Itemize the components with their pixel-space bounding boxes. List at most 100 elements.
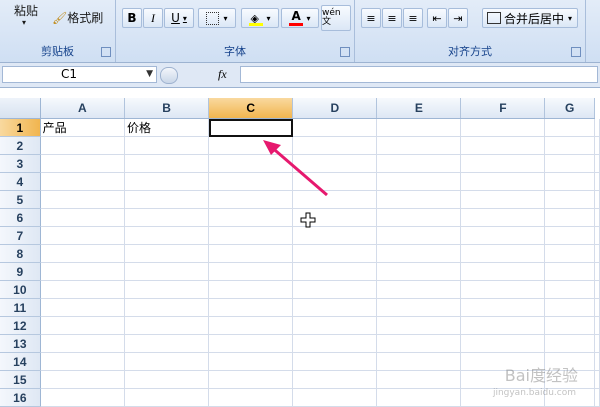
- cell-e2[interactable]: [376, 136, 462, 155]
- cell-a8[interactable]: [40, 244, 125, 263]
- cell-a13[interactable]: [40, 334, 125, 353]
- column-header-g[interactable]: G: [544, 98, 595, 119]
- cell-a9[interactable]: [40, 262, 125, 281]
- cell-e9[interactable]: [376, 262, 462, 281]
- cell-c13[interactable]: [208, 334, 294, 353]
- cell-c10[interactable]: [208, 280, 294, 299]
- cell-a10[interactable]: [40, 280, 125, 299]
- cell-e13[interactable]: [376, 334, 462, 353]
- cell-overflow[interactable]: [594, 370, 600, 389]
- cell-a1[interactable]: 产品: [40, 118, 125, 137]
- cell-overflow[interactable]: [594, 388, 600, 407]
- cell-a12[interactable]: [40, 316, 125, 335]
- alignment-launcher-icon[interactable]: [571, 47, 581, 57]
- cell-b15[interactable]: [124, 370, 210, 389]
- cell-b3[interactable]: [124, 154, 210, 173]
- bold-button[interactable]: B: [122, 8, 142, 28]
- cell-a7[interactable]: [40, 226, 125, 245]
- align-left-button[interactable]: ≡: [361, 8, 381, 28]
- row-header-11[interactable]: 11: [0, 298, 41, 317]
- cell-c1[interactable]: [208, 118, 294, 137]
- cell-g6[interactable]: [544, 208, 595, 227]
- formula-splitter-handle[interactable]: [160, 67, 178, 84]
- fill-color-button[interactable]: ◈ ▾: [241, 8, 279, 28]
- fill-dropdown-icon[interactable]: ▾: [266, 14, 270, 23]
- cell-a16[interactable]: [40, 388, 125, 407]
- cell-g2[interactable]: [544, 136, 595, 155]
- cell-e5[interactable]: [376, 190, 462, 209]
- cell-f6[interactable]: [460, 208, 546, 227]
- cell-overflow[interactable]: [594, 190, 600, 209]
- cell-c11[interactable]: [208, 298, 294, 317]
- cell-b10[interactable]: [124, 280, 210, 299]
- cell-f2[interactable]: [460, 136, 546, 155]
- row-header-5[interactable]: 5: [0, 190, 41, 209]
- column-header-f[interactable]: F: [460, 98, 546, 119]
- decrease-indent-button[interactable]: ⇤: [427, 8, 447, 28]
- cell-e15[interactable]: [376, 370, 462, 389]
- cell-d16[interactable]: [292, 388, 378, 407]
- cell-g7[interactable]: [544, 226, 595, 245]
- cell-c8[interactable]: [208, 244, 294, 263]
- cell-overflow[interactable]: [594, 244, 600, 263]
- row-header-7[interactable]: 7: [0, 226, 41, 245]
- cell-overflow[interactable]: [594, 154, 600, 173]
- cell-c12[interactable]: [208, 316, 294, 335]
- border-button[interactable]: ▾: [198, 8, 236, 28]
- italic-button[interactable]: I: [143, 8, 163, 28]
- cell-a5[interactable]: [40, 190, 125, 209]
- fx-icon[interactable]: fx: [218, 67, 227, 82]
- row-header-10[interactable]: 10: [0, 280, 41, 299]
- column-header-a[interactable]: A: [40, 98, 125, 119]
- underline-button[interactable]: U ▾: [164, 8, 194, 28]
- cell-d1[interactable]: [292, 118, 378, 137]
- cell-g5[interactable]: [544, 190, 595, 209]
- cell-f1[interactable]: [460, 118, 546, 137]
- cell-g4[interactable]: [544, 172, 595, 191]
- merge-center-button[interactable]: 合并后居中 ▾: [482, 8, 578, 28]
- increase-indent-button[interactable]: ⇥: [448, 8, 468, 28]
- cell-b12[interactable]: [124, 316, 210, 335]
- cell-b16[interactable]: [124, 388, 210, 407]
- cell-g1[interactable]: [544, 118, 595, 137]
- select-all-corner[interactable]: [0, 98, 41, 119]
- clipboard-launcher-icon[interactable]: [101, 47, 111, 57]
- row-header-14[interactable]: 14: [0, 352, 41, 371]
- cell-overflow[interactable]: [594, 136, 600, 155]
- font-color-button[interactable]: A ▾: [281, 8, 319, 28]
- cell-b1[interactable]: 价格: [124, 118, 210, 137]
- cell-e10[interactable]: [376, 280, 462, 299]
- column-header-c[interactable]: C: [208, 98, 294, 119]
- cell-f13[interactable]: [460, 334, 546, 353]
- cell-f7[interactable]: [460, 226, 546, 245]
- cell-f8[interactable]: [460, 244, 546, 263]
- cell-g9[interactable]: [544, 262, 595, 281]
- cell-g10[interactable]: [544, 280, 595, 299]
- cell-e11[interactable]: [376, 298, 462, 317]
- cell-a14[interactable]: [40, 352, 125, 371]
- cell-overflow[interactable]: [594, 208, 600, 227]
- cell-e16[interactable]: [376, 388, 462, 407]
- cell-f12[interactable]: [460, 316, 546, 335]
- row-header-4[interactable]: 4: [0, 172, 41, 191]
- cell-c14[interactable]: [208, 352, 294, 371]
- cell-a6[interactable]: [40, 208, 125, 227]
- cell-f10[interactable]: [460, 280, 546, 299]
- cell-d7[interactable]: [292, 226, 378, 245]
- border-dropdown-icon[interactable]: ▾: [223, 14, 227, 23]
- cell-a11[interactable]: [40, 298, 125, 317]
- cell-b8[interactable]: [124, 244, 210, 263]
- cell-a15[interactable]: [40, 370, 125, 389]
- cell-g11[interactable]: [544, 298, 595, 317]
- cell-d15[interactable]: [292, 370, 378, 389]
- row-header-9[interactable]: 9: [0, 262, 41, 281]
- underline-dropdown-icon[interactable]: ▾: [183, 14, 187, 23]
- cell-overflow[interactable]: [594, 226, 600, 245]
- cell-e6[interactable]: [376, 208, 462, 227]
- cell-b7[interactable]: [124, 226, 210, 245]
- row-header-13[interactable]: 13: [0, 334, 41, 353]
- align-right-button[interactable]: ≡: [403, 8, 423, 28]
- cell-g13[interactable]: [544, 334, 595, 353]
- font-launcher-icon[interactable]: [340, 47, 350, 57]
- cell-c7[interactable]: [208, 226, 294, 245]
